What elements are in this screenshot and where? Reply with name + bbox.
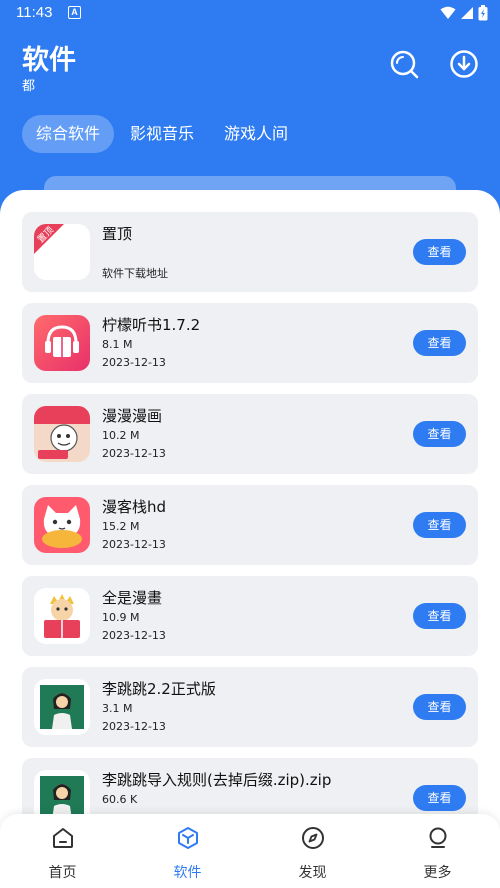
signal-icon (461, 7, 473, 19)
status-icons (440, 5, 488, 21)
app-date: 软件下载地址 (102, 267, 168, 280)
app-name: 全是漫畫 (102, 589, 163, 607)
view-button[interactable]: 查看 (413, 785, 466, 811)
nav-label: 软件 (173, 865, 202, 881)
nav-home[interactable]: 首页 (0, 814, 125, 888)
app-name: 李跳跳2.2正式版 (102, 680, 216, 698)
nav-label: 发现 (298, 865, 327, 881)
litiaotiao-girl-icon (34, 679, 90, 735)
tab-games[interactable]: 游戏人间 (210, 115, 302, 153)
manman-comic-icon (34, 406, 90, 462)
app-date: 2023-12-13 (102, 720, 166, 733)
app-date: 2023-12-13 (102, 447, 166, 460)
list-item[interactable]: 漫客栈hd 15.2 M 2023-12-13 查看 (22, 485, 478, 565)
nav-discover[interactable]: 发现 (250, 814, 375, 888)
view-button[interactable]: 查看 (413, 694, 466, 720)
wifi-icon (440, 6, 456, 19)
search-icon (390, 50, 419, 79)
compass-icon (301, 827, 324, 849)
notification-a-icon: A (68, 6, 81, 19)
view-button[interactable]: 查看 (413, 603, 466, 629)
list-item[interactable]: 全是漫畫 10.9 M 2023-12-13 查看 (22, 576, 478, 656)
cube-icon (177, 827, 198, 849)
app-date: 2023-12-13 (102, 629, 166, 642)
page-subtitle: 都 (22, 79, 36, 94)
home-icon (52, 828, 73, 848)
tab-video-music[interactable]: 影视音乐 (116, 115, 208, 153)
nav-more[interactable]: 更多 (375, 814, 500, 888)
status-bar: 11:43 A (0, 0, 500, 28)
search-button[interactable] (386, 46, 422, 82)
tab-general-software[interactable]: 综合软件 (22, 115, 115, 153)
list-item[interactable]: 漫漫漫画 10.2 M 2023-12-13 查看 (22, 394, 478, 474)
app-size: 10.9 M (102, 611, 140, 624)
app-date: 2023-12-13 (102, 356, 166, 369)
page-title: 软件 (22, 45, 76, 76)
lemon-audiobook-icon (34, 315, 90, 371)
battery-icon (478, 5, 488, 21)
nav-label: 更多 (423, 865, 452, 881)
list-item[interactable]: 置顶 置顶 软件下载地址 查看 (22, 212, 478, 292)
app-size: 3.1 M (102, 702, 133, 715)
pinned-badge-icon: 置顶 (34, 224, 90, 280)
nav-software[interactable]: 软件 (125, 814, 250, 888)
nav-label: 首页 (48, 865, 77, 881)
mankezhan-cat-icon (34, 497, 90, 553)
view-button[interactable]: 查看 (413, 512, 466, 538)
bottom-nav: 首页 软件 发现 更多 (0, 814, 500, 888)
app-size: 15.2 M (102, 520, 140, 533)
more-icon (429, 827, 446, 848)
view-button[interactable]: 查看 (413, 421, 466, 447)
view-button[interactable]: 查看 (413, 330, 466, 356)
download-button[interactable] (446, 46, 482, 82)
list-item[interactable]: 柠檬听书1.7.2 8.1 M 2023-12-13 查看 (22, 303, 478, 383)
category-tabs: 综合软件 影视音乐 游戏人间 (22, 115, 304, 153)
app-size: 8.1 M (102, 338, 133, 351)
app-name: 李跳跳导入规则(去掉后缀.zip).zip (102, 771, 332, 789)
view-button[interactable]: 查看 (413, 239, 466, 265)
app-name: 置顶 (102, 225, 133, 243)
list-item[interactable]: 李跳跳2.2正式版 3.1 M 2023-12-13 查看 (22, 667, 478, 747)
app-date: 2023-12-13 (102, 538, 166, 551)
reading-boy-icon (34, 588, 90, 644)
app-name: 漫漫漫画 (102, 407, 163, 425)
app-size: 10.2 M (102, 429, 140, 442)
app-size: 60.6 K (102, 793, 138, 806)
download-icon (450, 50, 478, 78)
app-list: 置顶 置顶 软件下载地址 查看 柠檬听书1.7.2 8.1 M 2023-12-… (22, 212, 478, 849)
app-name: 柠檬听书1.7.2 (102, 316, 201, 334)
app-name: 漫客栈hd (102, 498, 167, 516)
status-time: 11:43 (16, 4, 53, 21)
